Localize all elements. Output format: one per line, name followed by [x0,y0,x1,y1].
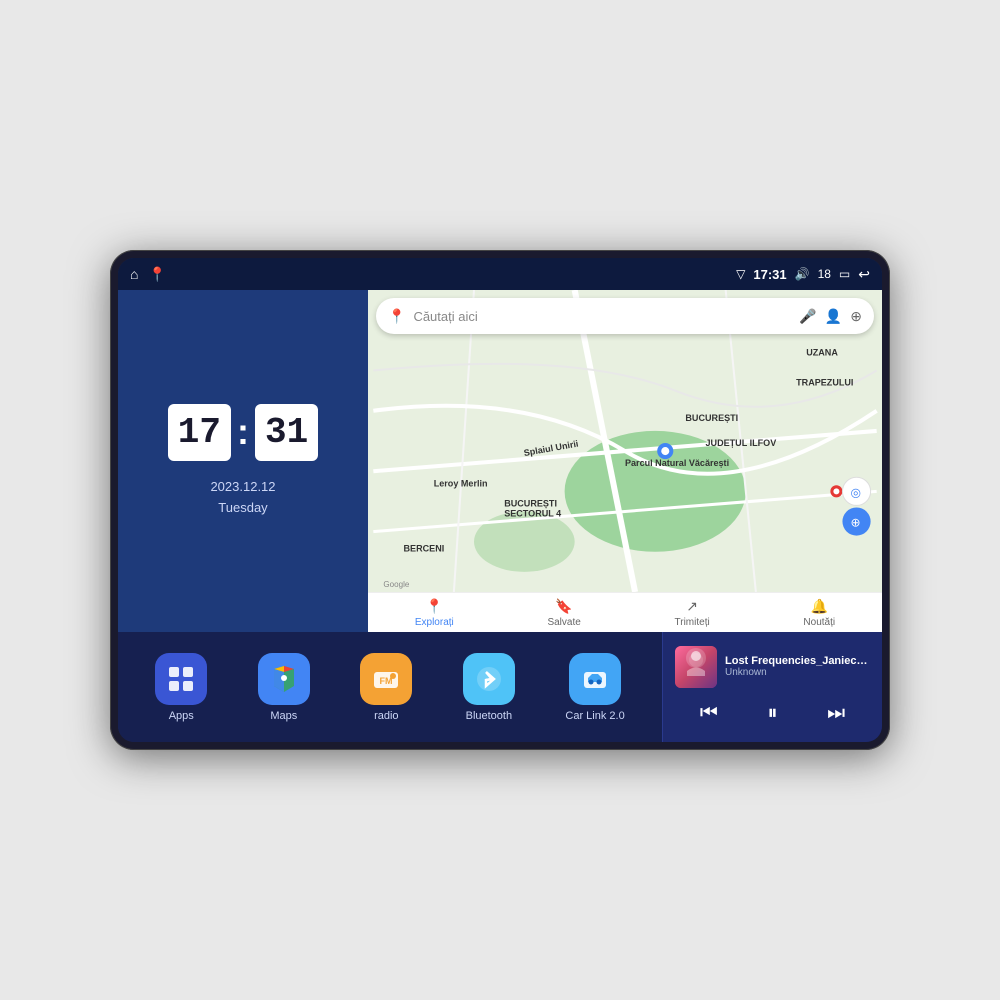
radio-icon-image: FM [360,653,412,705]
share-label: Trimiteți [675,617,710,628]
news-label: Noutăți [803,617,835,628]
app-icon-carlink[interactable]: Car Link 2.0 [565,653,624,722]
maps-logo-icon: 📍 [388,308,405,325]
map-tab-explore[interactable]: 📍 Explorați [415,598,454,628]
map-panel[interactable]: Parcul Natural Văcărești Leroy Merlin BU… [368,290,882,632]
svg-text:Google: Google [383,580,409,589]
music-thumbnail [675,646,717,688]
map-background: Parcul Natural Văcărești Leroy Merlin BU… [368,290,882,592]
svg-text:UZANA: UZANA [806,347,838,357]
car-display-device: ⌂ 📍 ▽ 17:31 🔊 18 ▭ ↩ 17 : [110,250,890,750]
maps-label: Maps [270,710,297,722]
next-button[interactable]: ⏭ [819,698,853,729]
svg-text:JUDEȚUL ILFOV: JUDEȚUL ILFOV [706,438,777,448]
apps-panel: Apps Maps [118,632,662,742]
apps-label: Apps [169,710,194,722]
bottom-section: Apps Maps [118,632,882,742]
carlink-icon-image [569,653,621,705]
music-artist: Unknown [725,667,870,678]
carlink-label: Car Link 2.0 [565,710,624,722]
prev-button[interactable]: ⏮ [692,698,726,729]
map-tab-saved[interactable]: 🔖 Salvate [547,598,580,628]
clock-date: 2023.12.12 Tuesday [210,477,275,519]
clock-hours: 17 [168,404,231,461]
music-title: Lost Frequencies_Janieck Devy-... [725,655,870,667]
svg-text:SECTORUL 4: SECTORUL 4 [504,509,561,519]
saved-label: Salvate [547,617,580,628]
svg-text:BUCUREȘTI: BUCUREȘTI [504,498,557,508]
clock-display: 17 : 31 [168,404,318,461]
volume-level: 18 [818,267,831,281]
radio-label: radio [374,710,398,722]
map-search-placeholder[interactable]: Căutați aici [413,309,791,324]
main-content: 17 : 31 2023.12.12 Tuesday [118,290,882,742]
bluetooth-label: Bluetooth [466,710,512,722]
svg-text:Leroy Merlin: Leroy Merlin [434,478,488,488]
music-panel: Lost Frequencies_Janieck Devy-... Unknow… [662,632,882,742]
explore-icon: 📍 [426,598,443,615]
maps-icon-image [258,653,310,705]
account-icon[interactable]: 👤 [825,308,842,325]
share-icon: ↗ [686,598,698,615]
app-icon-maps[interactable]: Maps [258,653,310,722]
map-tab-share[interactable]: ↗ Trimiteți [675,598,710,628]
news-icon: 🔔 [811,598,828,615]
map-search-bar[interactable]: 📍 Căutați aici 🎤 👤 ⊕ [376,298,874,334]
music-info: Lost Frequencies_Janieck Devy-... Unknow… [675,646,870,688]
svg-text:◎: ◎ [850,485,861,499]
clock-panel: 17 : 31 2023.12.12 Tuesday [118,290,368,632]
explore-label: Explorați [415,617,454,628]
apps-icon-image [155,653,207,705]
map-search-actions: 🎤 👤 ⊕ [799,308,862,325]
app-icon-apps[interactable]: Apps [155,653,207,722]
mic-icon[interactable]: 🎤 [799,308,816,325]
music-controls: ⏮ ⏸ ⏭ [675,698,870,729]
svg-text:⊕: ⊕ [850,516,860,530]
layers-icon[interactable]: ⊕ [850,308,862,325]
home-icon[interactable]: ⌂ [130,266,138,282]
saved-icon: 🔖 [555,598,572,615]
status-right-info: ▽ 17:31 🔊 18 ▭ ↩ [736,266,870,283]
map-bottom-bar: 📍 Explorați 🔖 Salvate ↗ Trimiteți 🔔 [368,592,882,632]
battery-icon: ▭ [839,267,850,281]
svg-text:BUCUREȘTI: BUCUREȘTI [685,413,738,423]
svg-text:BERCENI: BERCENI [404,544,445,554]
app-icon-bluetooth[interactable]: Bluetooth [463,653,515,722]
maps-pin-icon[interactable]: 📍 [148,266,165,283]
clock-colon: : [237,411,249,453]
app-icon-radio[interactable]: FM radio [360,653,412,722]
status-time: 17:31 [753,267,786,282]
svg-text:TRAPEZULUI: TRAPEZULUI [796,378,853,388]
map-tab-news[interactable]: 🔔 Noutăți [803,598,835,628]
status-left-icons: ⌂ 📍 [130,266,166,283]
play-pause-button[interactable]: ⏸ [759,698,785,729]
svg-text:Parcul Natural Văcărești: Parcul Natural Văcărești [625,458,729,468]
back-icon[interactable]: ↩ [858,266,870,283]
bluetooth-icon-image [463,653,515,705]
device-screen: ⌂ 📍 ▽ 17:31 🔊 18 ▭ ↩ 17 : [118,258,882,742]
volume-icon: 🔊 [795,267,810,281]
status-bar: ⌂ 📍 ▽ 17:31 🔊 18 ▭ ↩ [118,258,882,290]
top-section: 17 : 31 2023.12.12 Tuesday [118,290,882,632]
signal-icon: ▽ [736,267,745,281]
clock-minutes: 31 [255,404,318,461]
music-text: Lost Frequencies_Janieck Devy-... Unknow… [725,655,870,678]
